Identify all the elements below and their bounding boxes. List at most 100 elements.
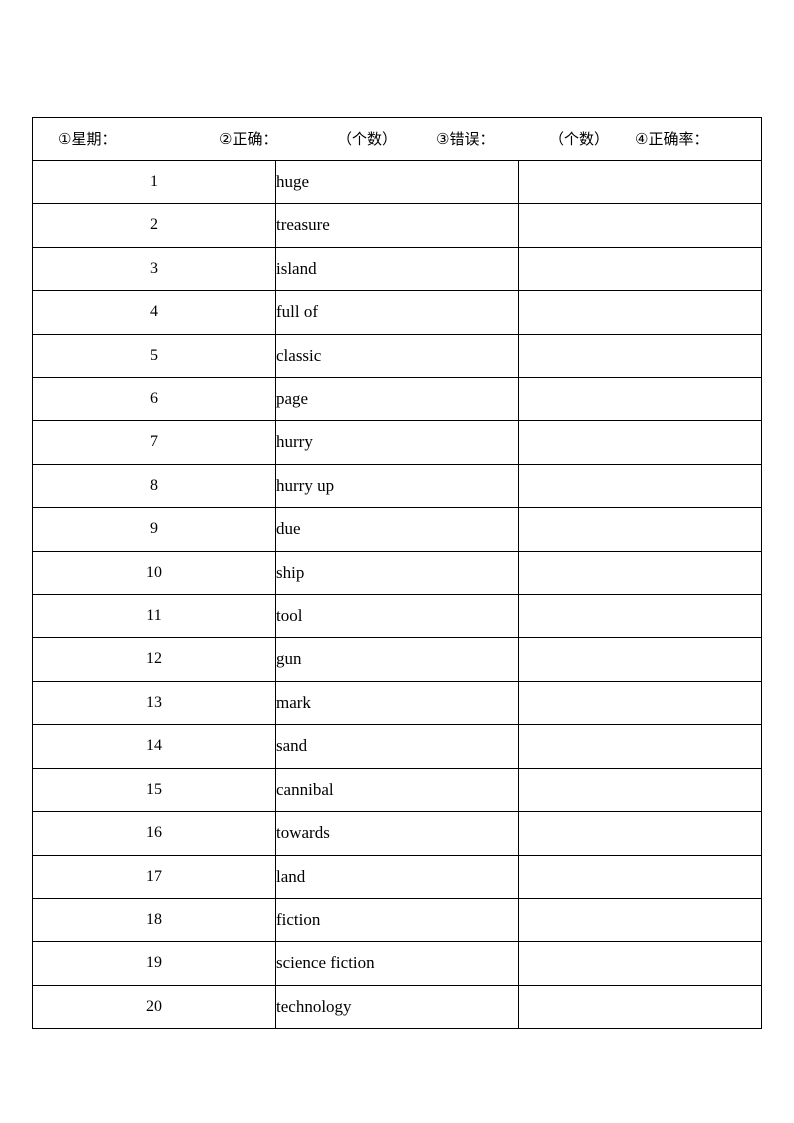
answer-blank-cell[interactable] [518,637,762,682]
answer-blank-value [519,682,761,724]
row-number-cell: 5 [32,333,276,379]
answer-blank-value [519,942,761,984]
row-number: 12 [146,650,162,668]
answer-blank-cell[interactable] [518,420,762,465]
answer-blank-cell[interactable] [518,897,762,943]
header-accuracy-label: ④正确率： [635,130,709,148]
vocabulary-word-cell: mark [275,680,519,726]
vocabulary-word: land [276,866,306,886]
vocabulary-word: mark [276,692,311,712]
row-number: 4 [150,303,158,321]
vocabulary-word-cell: due [275,507,519,552]
row-number: 5 [150,346,158,364]
answer-blank-value [519,986,761,1028]
row-number-cell: 10 [32,550,276,596]
row-number: 18 [146,910,162,928]
row-number-cell: 16 [32,811,276,856]
row-number: 8 [150,476,158,494]
answer-blank-cell[interactable] [518,463,762,509]
vocabulary-word-cell: classic [275,333,519,379]
table-row: 2 treasure [32,203,762,248]
vocabulary-word-cell: tool [275,594,519,639]
header-wrong-label: ③错误： [436,130,495,148]
table-row: 6 page [32,377,762,422]
row-number-cell: 7 [32,420,276,465]
answer-blank-cell[interactable] [518,246,762,292]
row-number: 19 [146,954,162,972]
row-number: 3 [150,259,158,277]
row-number-cell: 3 [32,246,276,292]
answer-blank-value [519,465,761,507]
answer-blank-cell[interactable] [518,203,762,248]
answer-blank-cell[interactable] [518,811,762,856]
vocabulary-word-cell: fiction [275,897,519,943]
vocabulary-word: ship [276,562,305,582]
row-number: 13 [146,693,162,711]
vocabulary-word-cell: towards [275,811,519,856]
answer-blank-value [519,725,761,767]
answer-blank-cell[interactable] [518,333,762,379]
row-number-cell: 4 [32,290,276,335]
row-number-cell: 15 [32,767,276,813]
vocabulary-word-cell: island [275,246,519,292]
vocabulary-word: huge [276,172,310,191]
answer-blank-value [519,508,761,550]
row-number-cell: 1 [32,159,276,205]
answer-blank-cell[interactable] [518,724,762,769]
table-row: 20 technology [32,984,762,1030]
table-row: 5 classic [32,333,762,379]
vocabulary-word: classic [276,345,322,365]
vocabulary-word: island [276,258,317,278]
row-number: 1 [150,173,158,190]
vocabulary-word-cell: sand [275,724,519,769]
header-week-label: ①星期： [58,130,117,148]
row-number-cell: 20 [32,984,276,1030]
vocabulary-word-cell: hurry [275,420,519,465]
table-row: 12 gun [32,637,762,682]
row-number-cell: 17 [32,854,276,899]
answer-blank-cell[interactable] [518,594,762,639]
row-number-cell: 14 [32,724,276,769]
table-row: 13 mark [32,680,762,726]
answer-blank-cell[interactable] [518,507,762,552]
table-row: 1 huge [32,159,762,205]
row-number: 16 [146,824,162,842]
header-cell: ①星期： ②正确： （个数） ③错误： （个数） ④正确率： [32,117,762,161]
answer-blank-value [519,638,761,680]
row-number-cell: 18 [32,897,276,943]
answer-blank-cell[interactable] [518,290,762,335]
answer-blank-cell[interactable] [518,941,762,986]
answer-blank-cell[interactable] [518,159,762,205]
table-row: 19 science fiction [32,941,762,986]
table-row: 3 island [32,246,762,292]
row-number-cell: 11 [32,594,276,639]
answer-blank-cell[interactable] [518,984,762,1030]
vocabulary-word: cannibal [276,779,334,799]
table-row: 17 land [32,854,762,899]
vocabulary-word-cell: hurry up [275,463,519,509]
row-number: 20 [146,997,162,1015]
worksheet-page: ①星期： ②正确： （个数） ③错误： （个数） ④正确率： 1 huge 2 tre… [0,0,794,1123]
answer-blank-value [519,595,761,637]
table-row: 14 sand [32,724,762,769]
table-row: 7 hurry [32,420,762,465]
row-number-cell: 12 [32,637,276,682]
table-row: 8 hurry up [32,463,762,509]
answer-blank-cell[interactable] [518,767,762,813]
header-correct-count-label: （个数） [337,130,398,148]
vocabulary-word-cell: huge [275,159,519,205]
answer-blank-value [519,769,761,811]
row-number: 15 [146,780,162,798]
vocabulary-word-cell: cannibal [275,767,519,813]
answer-blank-value [519,421,761,463]
row-number: 2 [150,216,158,234]
answer-blank-cell[interactable] [518,550,762,596]
answer-blank-cell[interactable] [518,854,762,899]
answer-blank-value [519,899,761,941]
answer-blank-cell[interactable] [518,680,762,726]
answer-blank-cell[interactable] [518,377,762,422]
table-row: 18 fiction [32,897,762,943]
row-number-cell: 9 [32,507,276,552]
header-line: ①星期： ②正确： （个数） ③错误： （个数） ④正确率： [33,118,761,160]
vocabulary-word-cell: full of [275,290,519,335]
